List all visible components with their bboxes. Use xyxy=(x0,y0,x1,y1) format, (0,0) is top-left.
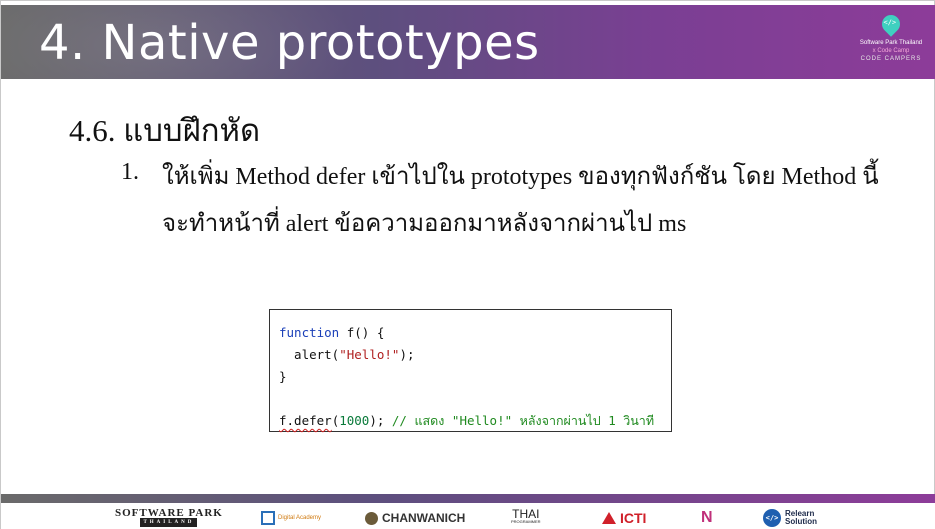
thai-text: THAI xyxy=(512,507,540,521)
chanwanich-logo: CHANWANICH xyxy=(365,509,465,527)
digital-academy-logo: Digital Academy xyxy=(261,509,321,527)
icti-text: ICTI xyxy=(620,510,647,526)
icti-logo: ICTI xyxy=(602,509,646,527)
code-number: 1000 xyxy=(339,413,370,428)
sponsor-footer: SOFTWARE PARK THAILAND Digital Academy C… xyxy=(1,503,935,529)
software-park-subtext: THAILAND xyxy=(140,518,198,527)
code-comment: // แสดง "Hello!" หลังจากผ่านไป 1 วินาที xyxy=(391,413,655,428)
chanwanich-text: CHANWANICH xyxy=(382,511,466,525)
chanwanich-emblem-icon xyxy=(365,511,378,525)
icti-triangle-icon xyxy=(602,512,616,524)
slide: 4. Native prototypes </> Software Park T… xyxy=(0,0,935,529)
slide-title: 4. Native prototypes xyxy=(39,15,540,71)
code-text: ); xyxy=(399,347,415,362)
n-logo: N xyxy=(701,509,713,526)
code-line-3: } xyxy=(279,369,287,384)
code-keyword: function xyxy=(279,325,340,340)
brand-line3: CODE CAMPERS xyxy=(860,56,922,62)
code-line-2: alert("Hello!"); xyxy=(279,344,671,366)
code-text: f() { xyxy=(339,325,385,340)
thai-subtext: PROGRAMMER xyxy=(511,519,541,524)
code-call-underlined: f.defer xyxy=(279,413,332,428)
brand-line2: x Code Camp xyxy=(872,48,910,54)
chip-icon xyxy=(261,511,275,525)
code-line-5: f.defer(1000); // แสดง "Hello!" หลังจากผ… xyxy=(279,410,671,432)
list-item-number: 1. xyxy=(121,159,139,185)
code-pin-icon: </> xyxy=(878,11,904,37)
code-string: "Hello!" xyxy=(339,347,400,362)
code-text: alert( xyxy=(279,347,340,362)
brand-line1: Software Park Thailand xyxy=(859,40,923,46)
software-park-logo: SOFTWARE PARK THAILAND xyxy=(115,507,223,527)
exercise-text-line1: ให้เพิ่ม Method defer เข้าไปใน prototype… xyxy=(162,164,879,190)
slide-header: 4. Native prototypes </> Software Park T… xyxy=(1,5,935,79)
code-line-1: function f() { xyxy=(279,322,671,344)
thai-programmer-logo: THAI PROGRAMMER xyxy=(511,507,541,527)
brand-logo: </> Software Park Thailand x Code Camp C… xyxy=(856,11,926,77)
code-text: ); xyxy=(369,413,392,428)
footer-divider-bar xyxy=(1,494,935,503)
code-brackets-icon: </> xyxy=(763,509,781,527)
relearn-line2: Solution xyxy=(785,517,817,526)
section-heading: 4.6. แบบฝึกหัด xyxy=(69,113,261,148)
digital-academy-text: Digital Academy xyxy=(278,515,322,521)
code-block: function f() { alert("Hello!"); } f.defe… xyxy=(269,309,672,432)
software-park-text: SOFTWARE PARK xyxy=(115,507,223,519)
exercise-text-line2: จะทำหน้าที่ alert ข้อความออกมาหลังจากผ่า… xyxy=(162,211,687,237)
relearn-solution-logo: </> Relearn Solution xyxy=(763,509,817,527)
